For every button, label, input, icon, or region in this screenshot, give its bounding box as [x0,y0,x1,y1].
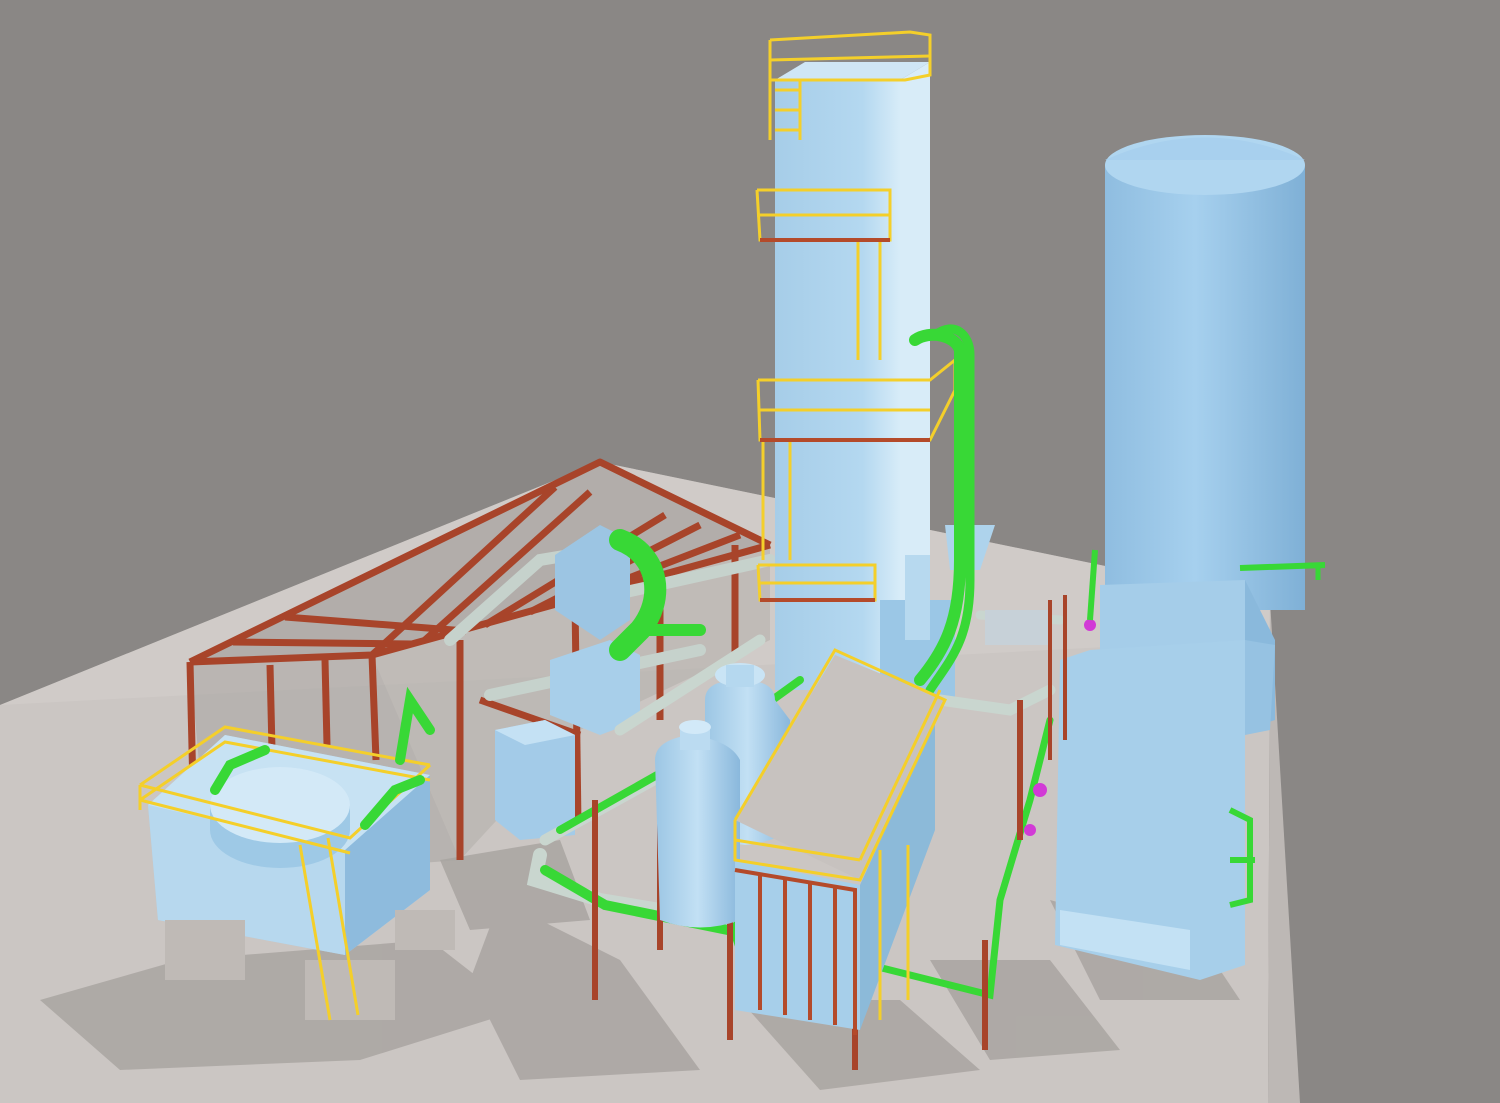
liquid-storage-tank [1105,135,1305,610]
plant-render [0,0,1500,1103]
plant-3d-scene [0,30,1326,1103]
